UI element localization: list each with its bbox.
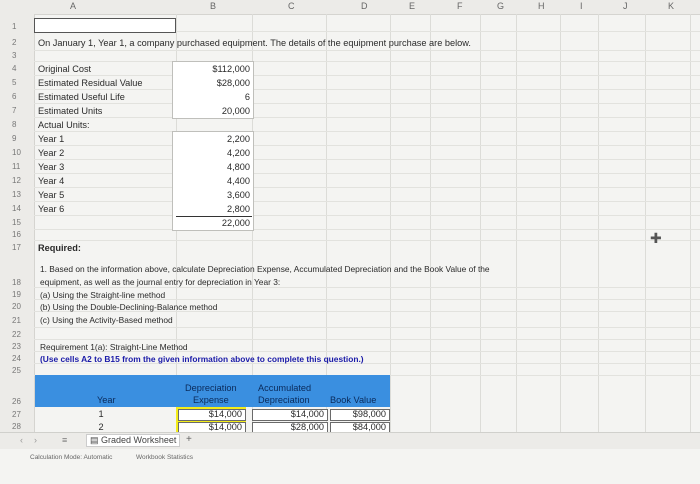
row-number[interactable]: 22 (12, 330, 30, 339)
table-book-value[interactable]: $98,000 (330, 409, 386, 419)
sheet-icon: ▤ (90, 435, 102, 445)
row-number[interactable]: 3 (12, 51, 30, 60)
required-heading[interactable]: Required: (38, 243, 81, 253)
status-bar: Calculation Mode: Automatic Workbook Sta… (0, 451, 700, 465)
row-number[interactable]: 11 (12, 162, 30, 171)
table-acc-dep[interactable]: $28,000 (252, 422, 324, 432)
row-number[interactable]: 2 (12, 38, 30, 47)
column-header-j[interactable]: J (623, 1, 628, 11)
value-total-units[interactable]: 22,000 (176, 218, 250, 228)
row-number[interactable]: 28 (12, 422, 30, 431)
row-number[interactable]: 14 (12, 204, 30, 213)
column-header-a[interactable]: A (70, 1, 76, 11)
column-header-bar: A B C D E F G H I J K (0, 0, 700, 15)
table-year[interactable]: 1 (90, 409, 112, 419)
required-instruction-cont[interactable]: equipment, as well as the journal entry … (40, 277, 280, 287)
table-dep-expense[interactable]: $14,000 (178, 409, 242, 419)
tab-scroll-right-icon[interactable]: › (34, 435, 37, 445)
problem-statement[interactable]: On January 1, Year 1, a company purchase… (38, 38, 471, 48)
requirement-1a-title[interactable]: Requirement 1(a): Straight-Line Method (40, 342, 188, 352)
row-number[interactable]: 25 (12, 366, 30, 375)
cross-cursor-icon: ✚ (650, 230, 662, 246)
method-double-declining[interactable]: (b) Using the Double-Declining-Balance m… (40, 302, 217, 312)
value-year-units[interactable]: 4,200 (176, 148, 250, 158)
spreadsheet-grid: A B C D E F G H I J K 1 2 3 4 5 6 7 8 9 … (0, 0, 700, 484)
header-accumulated-depreciation[interactable]: Depreciation (258, 395, 310, 405)
row-number[interactable]: 10 (12, 148, 30, 157)
label-estimated-units[interactable]: Estimated Units (38, 106, 102, 116)
label-year[interactable]: Year 5 (38, 190, 64, 200)
row-number[interactable]: 18 (12, 278, 30, 287)
label-actual-units[interactable]: Actual Units: (38, 120, 90, 130)
label-year[interactable]: Year 3 (38, 162, 64, 172)
tab-menu-icon[interactable]: ≡ (62, 435, 67, 445)
row-number[interactable]: 23 (12, 342, 30, 351)
label-residual-value[interactable]: Estimated Residual Value (38, 78, 143, 88)
label-year[interactable]: Year 6 (38, 204, 64, 214)
column-header-h[interactable]: H (538, 1, 545, 11)
method-straight-line[interactable]: (a) Using the Straight-line method (40, 290, 165, 300)
value-original-cost[interactable]: $112,000 (176, 64, 250, 74)
column-header-g[interactable]: G (497, 1, 504, 11)
value-year-units[interactable]: 4,400 (176, 176, 250, 186)
column-header-i[interactable]: I (580, 1, 583, 11)
selected-cell-a1[interactable] (34, 18, 176, 33)
table-acc-dep[interactable]: $14,000 (252, 409, 324, 419)
row-number[interactable]: 7 (12, 106, 30, 115)
tab-scroll-left-icon[interactable]: ‹ (20, 435, 23, 445)
label-original-cost[interactable]: Original Cost (38, 64, 91, 74)
table-dep-expense[interactable]: $14,000 (178, 422, 242, 432)
column-header-b[interactable]: B (210, 1, 216, 11)
value-year-units[interactable]: 2,800 (176, 204, 250, 214)
row-number[interactable]: 8 (12, 120, 30, 129)
header-depreciation[interactable]: Depreciation (185, 383, 237, 393)
row-number[interactable]: 19 (12, 290, 30, 299)
method-activity-based[interactable]: (c) Using the Activity-Based method (40, 315, 173, 325)
row-number[interactable]: 20 (12, 302, 30, 311)
column-header-c[interactable]: C (288, 1, 295, 11)
sheet-tab-bar: ‹ › ≡ ▤ Graded Worksheet + (0, 432, 700, 449)
value-year-units[interactable]: 4,800 (176, 162, 250, 172)
value-residual[interactable]: $28,000 (176, 78, 250, 88)
header-expense[interactable]: Expense (193, 395, 229, 405)
requirement-1a-note[interactable]: (Use cells A2 to B15 from the given info… (40, 354, 364, 364)
row-number[interactable]: 12 (12, 176, 30, 185)
row-number[interactable]: 9 (12, 134, 30, 143)
column-header-k[interactable]: K (668, 1, 674, 11)
table-year[interactable]: 2 (90, 422, 112, 432)
required-instruction[interactable]: 1. Based on the information above, calcu… (40, 264, 490, 274)
header-book-value[interactable]: Book Value (330, 395, 376, 405)
row-number[interactable]: 15 (12, 218, 30, 227)
header-accumulated[interactable]: Accumulated (258, 383, 311, 393)
row-number[interactable]: 27 (12, 410, 30, 419)
row-number[interactable]: 17 (12, 243, 30, 252)
row-number[interactable]: 1 (12, 22, 30, 31)
header-year[interactable]: Year (97, 395, 116, 405)
calc-mode-status[interactable]: Calculation Mode: Automatic (30, 454, 112, 461)
label-year[interactable]: Year 4 (38, 176, 64, 186)
value-estimated-units[interactable]: 20,000 (176, 106, 250, 116)
tab-graded-worksheet[interactable]: ▤ Graded Worksheet (86, 434, 181, 447)
label-useful-life[interactable]: Estimated Useful Life (38, 92, 125, 102)
column-header-d[interactable]: D (361, 1, 368, 11)
value-year-units[interactable]: 3,600 (176, 190, 250, 200)
row-number[interactable]: 13 (12, 190, 30, 199)
row-number[interactable]: 5 (12, 78, 30, 87)
column-header-f[interactable]: F (457, 1, 463, 11)
label-year[interactable]: Year 1 (38, 134, 64, 144)
row-number[interactable]: 6 (12, 92, 30, 101)
row-number[interactable]: 4 (12, 64, 30, 73)
value-useful-life[interactable]: 6 (176, 92, 250, 102)
value-year-units[interactable]: 2,200 (176, 134, 250, 144)
table-book-value[interactable]: $84,000 (330, 422, 386, 432)
row-number[interactable]: 26 (12, 397, 30, 406)
row-number[interactable]: 21 (12, 316, 30, 325)
column-header-e[interactable]: E (409, 1, 415, 11)
label-year[interactable]: Year 2 (38, 148, 64, 158)
row-number[interactable]: 16 (12, 230, 30, 239)
workbook-statistics-button[interactable]: Workbook Statistics (136, 454, 193, 461)
row-number[interactable]: 24 (12, 354, 30, 363)
add-sheet-button[interactable]: + (186, 434, 192, 445)
